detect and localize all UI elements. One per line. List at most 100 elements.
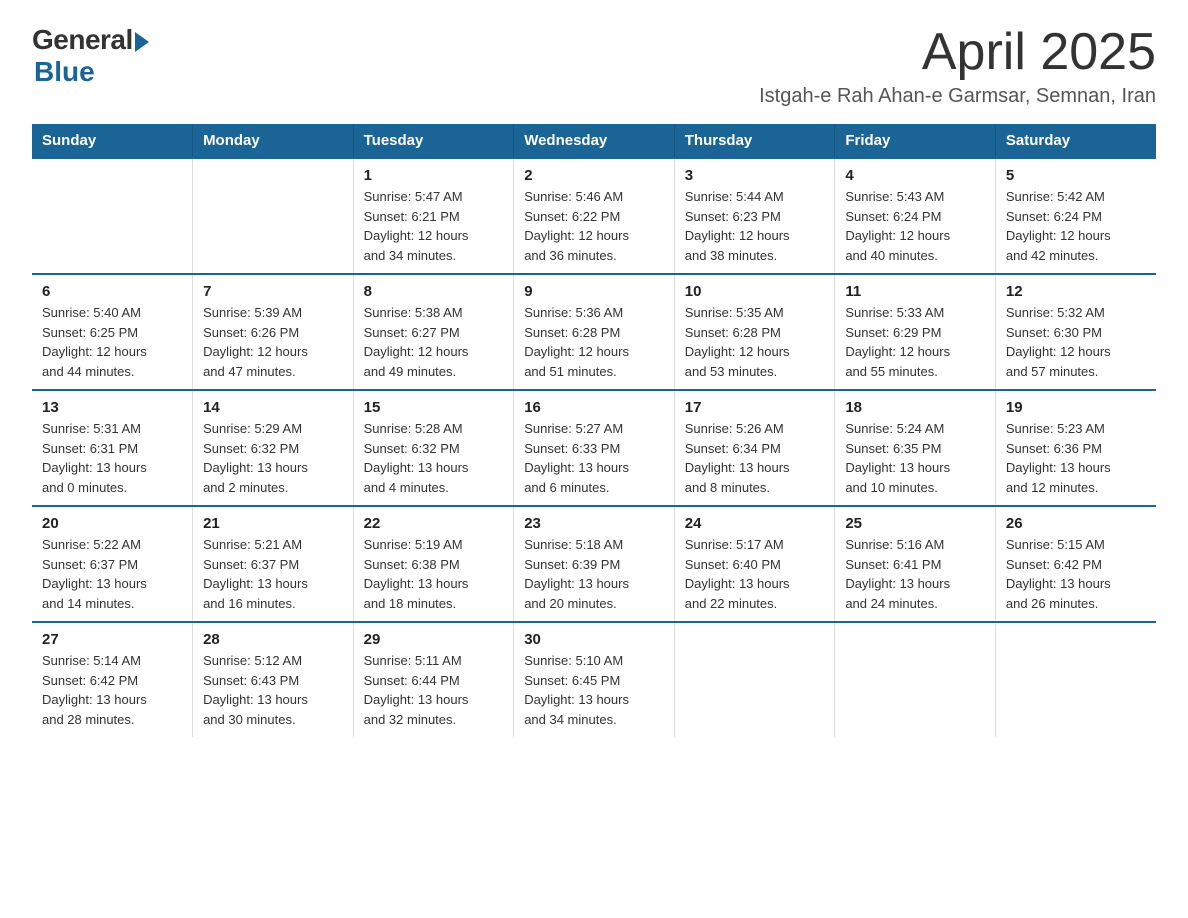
calendar-table: SundayMondayTuesdayWednesdayThursdayFrid… xyxy=(32,124,1156,737)
day-number: 19 xyxy=(1006,399,1146,416)
day-number: 4 xyxy=(845,167,985,184)
day-info: Sunrise: 5:36 AMSunset: 6:28 PMDaylight:… xyxy=(524,303,664,381)
calendar-cell: 22Sunrise: 5:19 AMSunset: 6:38 PMDayligh… xyxy=(353,506,514,622)
day-number: 21 xyxy=(203,515,343,532)
calendar-week-row: 1Sunrise: 5:47 AMSunset: 6:21 PMDaylight… xyxy=(32,158,1156,274)
location-title: Istgah-e Rah Ahan-e Garmsar, Semnan, Ira… xyxy=(759,85,1156,108)
calendar-cell xyxy=(995,622,1156,737)
day-number: 15 xyxy=(364,399,504,416)
day-info: Sunrise: 5:16 AMSunset: 6:41 PMDaylight:… xyxy=(845,535,985,613)
calendar-cell: 26 Sunrise: 5:15 AMSunset: 6:42 PMDayligh… xyxy=(995,506,1156,622)
day-number: 12 xyxy=(1006,283,1146,300)
calendar-cell xyxy=(32,158,193,274)
day-info: Sunrise: 5:23 AMSunset: 6:36 PMDaylight:… xyxy=(1006,419,1146,497)
weekday-header-wednesday: Wednesday xyxy=(514,124,675,158)
day-info: Sunrise: 5:29 AMSunset: 6:32 PMDaylight:… xyxy=(203,419,343,497)
weekday-header-friday: Friday xyxy=(835,124,996,158)
calendar-cell: 28Sunrise: 5:12 AMSunset: 6:43 PMDayligh… xyxy=(193,622,354,737)
day-number: 29 xyxy=(364,631,504,648)
day-number: 10 xyxy=(685,283,825,300)
calendar-cell: 10 Sunrise: 5:35 AMSunset: 6:28 PMDayligh… xyxy=(674,274,835,390)
title-block: April 2025 Istgah-e Rah Ahan-e Garmsar, … xyxy=(759,24,1156,108)
day-info: Sunrise: 5:24 AMSunset: 6:35 PMDaylight:… xyxy=(845,419,985,497)
calendar-cell: 20 Sunrise: 5:22 AMSunset: 6:37 PMDayligh… xyxy=(32,506,193,622)
day-info: Sunrise: 5:11 AMSunset: 6:44 PMDaylight:… xyxy=(364,651,504,729)
day-number: 24 xyxy=(685,515,825,532)
day-number: 6 xyxy=(42,283,182,300)
day-number: 5 xyxy=(1006,167,1146,184)
calendar-cell: 18 Sunrise: 5:24 AMSunset: 6:35 PMDayligh… xyxy=(835,390,996,506)
logo: General Blue xyxy=(32,24,149,88)
day-info: Sunrise: 5:39 AMSunset: 6:26 PMDaylight:… xyxy=(203,303,343,381)
calendar-cell: 11Sunrise: 5:33 AMSunset: 6:29 PMDayligh… xyxy=(835,274,996,390)
day-number: 14 xyxy=(203,399,343,416)
day-number: 13 xyxy=(42,399,182,416)
calendar-cell: 2 Sunrise: 5:46 AMSunset: 6:22 PMDaylight… xyxy=(514,158,675,274)
day-number: 26 xyxy=(1006,515,1146,532)
day-number: 3 xyxy=(685,167,825,184)
calendar-cell xyxy=(835,622,996,737)
calendar-cell: 9 Sunrise: 5:36 AMSunset: 6:28 PMDaylight… xyxy=(514,274,675,390)
day-info: Sunrise: 5:22 AMSunset: 6:37 PMDaylight:… xyxy=(42,535,182,613)
calendar-cell: 4 Sunrise: 5:43 AMSunset: 6:24 PMDaylight… xyxy=(835,158,996,274)
calendar-header-row: SundayMondayTuesdayWednesdayThursdayFrid… xyxy=(32,124,1156,158)
day-number: 16 xyxy=(524,399,664,416)
day-info: Sunrise: 5:32 AMSunset: 6:30 PMDaylight:… xyxy=(1006,303,1146,381)
day-info: Sunrise: 5:42 AMSunset: 6:24 PMDaylight:… xyxy=(1006,187,1146,265)
page-header: General Blue April 2025 Istgah-e Rah Aha… xyxy=(32,24,1156,108)
day-info: Sunrise: 5:28 AMSunset: 6:32 PMDaylight:… xyxy=(364,419,504,497)
day-number: 11 xyxy=(845,283,985,300)
calendar-cell: 6 Sunrise: 5:40 AMSunset: 6:25 PMDaylight… xyxy=(32,274,193,390)
calendar-cell: 14 Sunrise: 5:29 AMSunset: 6:32 PMDayligh… xyxy=(193,390,354,506)
calendar-cell: 13Sunrise: 5:31 AMSunset: 6:31 PMDayligh… xyxy=(32,390,193,506)
day-info: Sunrise: 5:18 AMSunset: 6:39 PMDaylight:… xyxy=(524,535,664,613)
day-info: Sunrise: 5:27 AMSunset: 6:33 PMDaylight:… xyxy=(524,419,664,497)
day-number: 22 xyxy=(364,515,504,532)
day-info: Sunrise: 5:14 AMSunset: 6:42 PMDaylight:… xyxy=(42,651,182,729)
calendar-week-row: 27 Sunrise: 5:14 AMSunset: 6:42 PMDayligh… xyxy=(32,622,1156,737)
day-number: 27 xyxy=(42,631,182,648)
day-number: 1 xyxy=(364,167,504,184)
day-info: Sunrise: 5:46 AMSunset: 6:22 PMDaylight:… xyxy=(524,187,664,265)
day-info: Sunrise: 5:26 AMSunset: 6:34 PMDaylight:… xyxy=(685,419,825,497)
calendar-cell: 30Sunrise: 5:10 AMSunset: 6:45 PMDayligh… xyxy=(514,622,675,737)
day-info: Sunrise: 5:21 AMSunset: 6:37 PMDaylight:… xyxy=(203,535,343,613)
logo-general-text: General xyxy=(32,24,133,56)
calendar-cell: 8Sunrise: 5:38 AMSunset: 6:27 PMDaylight… xyxy=(353,274,514,390)
day-number: 7 xyxy=(203,283,343,300)
weekday-header-sunday: Sunday xyxy=(32,124,193,158)
day-info: Sunrise: 5:38 AMSunset: 6:27 PMDaylight:… xyxy=(364,303,504,381)
calendar-cell: 24 Sunrise: 5:17 AMSunset: 6:40 PMDayligh… xyxy=(674,506,835,622)
day-info: Sunrise: 5:15 AMSunset: 6:42 PMDaylight:… xyxy=(1006,535,1146,613)
day-number: 9 xyxy=(524,283,664,300)
month-title: April 2025 xyxy=(759,24,1156,81)
day-info: Sunrise: 5:44 AMSunset: 6:23 PMDaylight:… xyxy=(685,187,825,265)
day-number: 23 xyxy=(524,515,664,532)
logo-blue-text: Blue xyxy=(34,56,95,88)
day-info: Sunrise: 5:35 AMSunset: 6:28 PMDaylight:… xyxy=(685,303,825,381)
calendar-cell: 15 Sunrise: 5:28 AMSunset: 6:32 PMDayligh… xyxy=(353,390,514,506)
day-info: Sunrise: 5:43 AMSunset: 6:24 PMDaylight:… xyxy=(845,187,985,265)
calendar-cell xyxy=(674,622,835,737)
calendar-cell: 12 Sunrise: 5:32 AMSunset: 6:30 PMDayligh… xyxy=(995,274,1156,390)
calendar-cell: 27 Sunrise: 5:14 AMSunset: 6:42 PMDayligh… xyxy=(32,622,193,737)
day-number: 30 xyxy=(524,631,664,648)
day-number: 20 xyxy=(42,515,182,532)
calendar-cell: 1Sunrise: 5:47 AMSunset: 6:21 PMDaylight… xyxy=(353,158,514,274)
calendar-cell: 19 Sunrise: 5:23 AMSunset: 6:36 PMDayligh… xyxy=(995,390,1156,506)
calendar-week-row: 6 Sunrise: 5:40 AMSunset: 6:25 PMDaylight… xyxy=(32,274,1156,390)
weekday-header-saturday: Saturday xyxy=(995,124,1156,158)
calendar-cell xyxy=(193,158,354,274)
day-number: 28 xyxy=(203,631,343,648)
calendar-cell: 25Sunrise: 5:16 AMSunset: 6:41 PMDayligh… xyxy=(835,506,996,622)
day-number: 2 xyxy=(524,167,664,184)
day-number: 17 xyxy=(685,399,825,416)
weekday-header-tuesday: Tuesday xyxy=(353,124,514,158)
calendar-cell: 21 Sunrise: 5:21 AMSunset: 6:37 PMDayligh… xyxy=(193,506,354,622)
weekday-header-monday: Monday xyxy=(193,124,354,158)
day-info: Sunrise: 5:17 AMSunset: 6:40 PMDaylight:… xyxy=(685,535,825,613)
day-number: 18 xyxy=(845,399,985,416)
day-info: Sunrise: 5:40 AMSunset: 6:25 PMDaylight:… xyxy=(42,303,182,381)
calendar-cell: 23 Sunrise: 5:18 AMSunset: 6:39 PMDayligh… xyxy=(514,506,675,622)
calendar-cell: 7 Sunrise: 5:39 AMSunset: 6:26 PMDaylight… xyxy=(193,274,354,390)
